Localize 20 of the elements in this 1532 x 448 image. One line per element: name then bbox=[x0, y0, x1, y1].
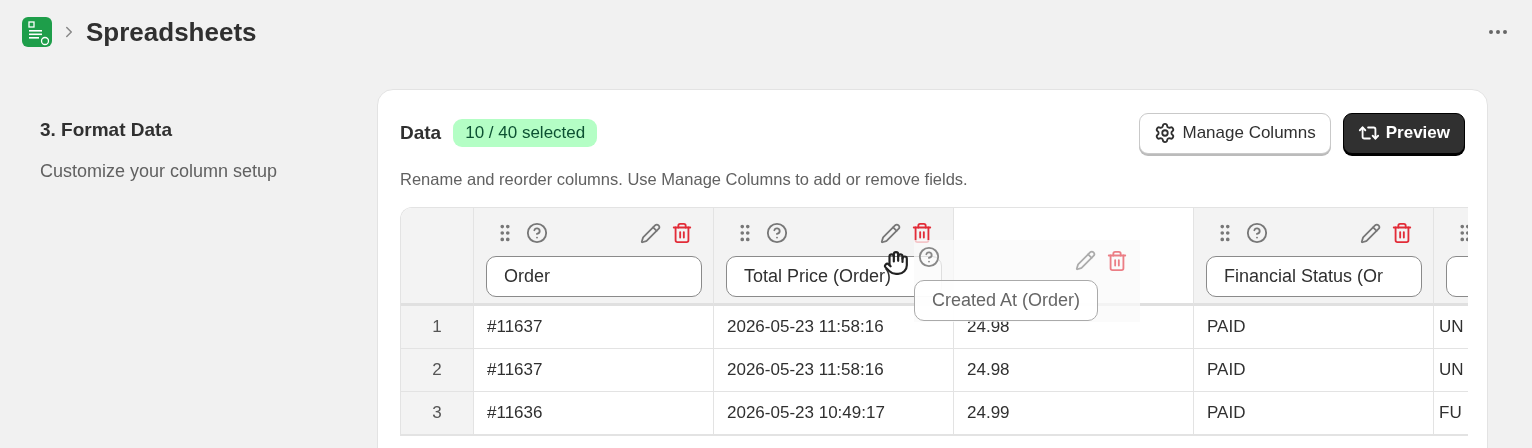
step-title: 3. Format Data bbox=[40, 119, 173, 141]
column-name-field: Created At (Order) bbox=[914, 280, 1099, 321]
page-title: Spreadsheets bbox=[86, 16, 257, 48]
hint-text: Rename and reorder columns. Use Manage Columns to add or remove fields. bbox=[400, 170, 969, 189]
table-cell: #11637 bbox=[474, 349, 714, 392]
step-subtitle: Customize your column setup bbox=[40, 161, 279, 182]
row-number: 1 bbox=[401, 306, 474, 349]
table-cell: 24.98 bbox=[954, 349, 1194, 392]
table-cell: PAID bbox=[1194, 392, 1434, 435]
table-cell: #11637 bbox=[474, 306, 714, 349]
table-cell: 2026-05-23 11:58:16 bbox=[714, 349, 954, 392]
row-number: 3 bbox=[401, 392, 474, 435]
table-cell: PAID bbox=[1194, 349, 1434, 392]
row-number: 2 bbox=[401, 349, 474, 392]
table-cell: 24.99 bbox=[954, 392, 1194, 435]
table-cell: 2026-05-23 10:49:17 bbox=[714, 392, 954, 435]
table-cell: PAID bbox=[1194, 306, 1434, 349]
table-cell: #11636 bbox=[474, 392, 714, 435]
selected-count-badge: 10 / 40 selected bbox=[453, 119, 598, 147]
card-title: Data bbox=[400, 122, 442, 144]
